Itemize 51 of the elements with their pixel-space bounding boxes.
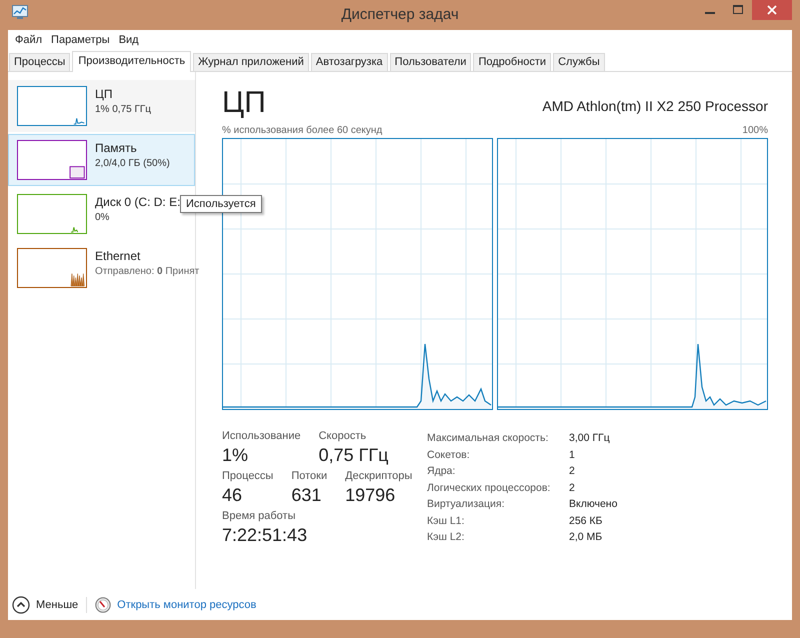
detail-value: 2 bbox=[569, 464, 576, 480]
detail-value: 2 bbox=[569, 480, 576, 496]
close-button[interactable] bbox=[752, 0, 792, 20]
detail-label: Логических процессоров: bbox=[427, 480, 552, 496]
collapse-icon[interactable] bbox=[12, 596, 30, 614]
stat-label: Дескрипторы bbox=[345, 470, 412, 482]
detail-value: 3,00 ГГц bbox=[569, 431, 611, 446]
menu-item[interactable]: Вид bbox=[116, 34, 145, 46]
detail-label: Кэш L1: bbox=[427, 514, 466, 529]
tab[interactable]: Автозагрузка bbox=[310, 53, 388, 71]
detail-label: Кэш L2: bbox=[427, 530, 466, 546]
detail-label: Ядра: bbox=[427, 464, 456, 480]
close-icon[interactable] bbox=[767, 5, 777, 15]
detail-label: Виртуализация: bbox=[427, 497, 506, 512]
detail-value: 2,0 МБ bbox=[569, 530, 604, 546]
stat-value: 46 bbox=[222, 485, 244, 506]
menu-item[interactable]: Параметры bbox=[48, 34, 116, 46]
tab[interactable]: Журнал приложений bbox=[193, 53, 309, 71]
tab[interactable]: Производительность bbox=[72, 51, 192, 72]
stat-value: 19796 bbox=[345, 485, 396, 506]
menu-item[interactable]: Файл bbox=[12, 34, 48, 46]
stat-label: Процессы bbox=[222, 470, 274, 482]
stat-value: 7:22:51:43 bbox=[222, 525, 308, 546]
stat-label: Потоки bbox=[291, 470, 328, 482]
sidebar-item[interactable]: Память 2,0/4,0 ГБ (50%) bbox=[8, 134, 195, 186]
tab[interactable]: Пользователи bbox=[390, 53, 472, 71]
graph-caption: % использования более 60 секунд bbox=[222, 125, 382, 136]
tab[interactable]: Службы bbox=[553, 53, 605, 71]
fewer-button[interactable]: Меньше bbox=[36, 599, 78, 611]
stat-label: Время работы bbox=[222, 510, 297, 522]
tab[interactable]: Подробности bbox=[473, 53, 552, 71]
gauge-icon[interactable] bbox=[95, 597, 112, 613]
detail-label: Сокетов: bbox=[427, 448, 471, 463]
stat-label: Скорость bbox=[318, 430, 368, 442]
stat-value: 631 bbox=[291, 485, 322, 506]
detail-value: Включено bbox=[569, 497, 618, 512]
window-title: Диспетчер задач bbox=[341, 5, 459, 23]
graph-max-label: 100% bbox=[742, 125, 768, 136]
stat-value: 0,75 ГГц bbox=[318, 445, 388, 466]
processor-name: AMD Athlon(tm) II X2 250 Processor bbox=[542, 98, 768, 116]
resource-monitor-link[interactable]: Открыть монитор ресурсов bbox=[117, 599, 256, 611]
app-icon[interactable] bbox=[12, 5, 28, 19]
detail-label: Максимальная скорость: bbox=[427, 431, 550, 446]
stat-value: 1% bbox=[222, 445, 250, 466]
detail-value: 1 bbox=[569, 448, 576, 463]
detail-value: 256 КБ bbox=[569, 514, 604, 529]
stat-label: Использование bbox=[222, 430, 301, 442]
section-title: ЦП bbox=[222, 86, 266, 120]
tooltip: Используется bbox=[180, 195, 262, 213]
tab[interactable]: Процессы bbox=[9, 53, 70, 71]
sidebar-item[interactable]: ЦП 1% 0,75 ГГц bbox=[8, 80, 195, 132]
